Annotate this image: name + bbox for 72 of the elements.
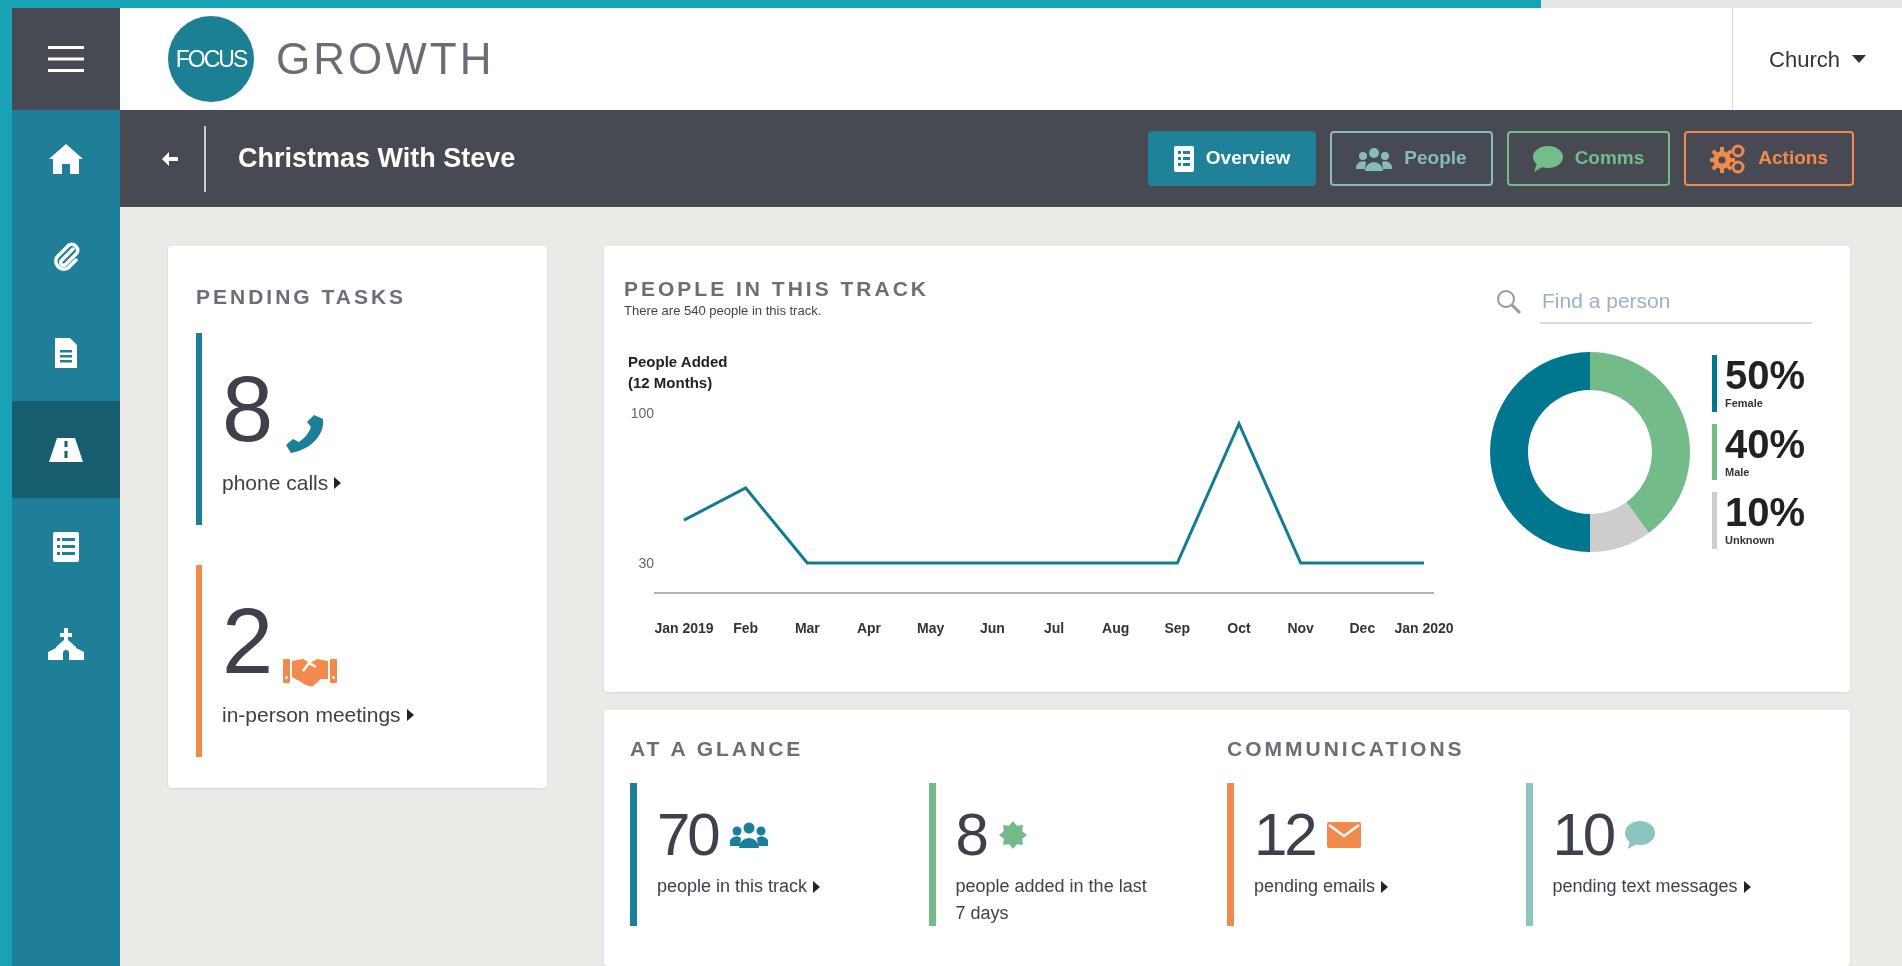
- road-icon: [47, 435, 85, 464]
- legend-label: Male: [1725, 464, 1751, 480]
- document-icon: [53, 335, 79, 370]
- card-title: PENDING TASKS: [196, 284, 408, 310]
- y-tick-label: 100: [630, 404, 654, 421]
- search-field[interactable]: Find a person: [1540, 280, 1812, 324]
- chart-title: People Added (12 Months): [628, 351, 729, 393]
- task-link[interactable]: phone calls: [222, 467, 342, 499]
- people-icon: [1356, 146, 1393, 171]
- church-icon: [46, 627, 86, 660]
- caret-icon: [334, 476, 342, 489]
- home-icon: [47, 141, 85, 176]
- stat-count: 10: [1552, 805, 1614, 866]
- legend-percent: 50%: [1725, 355, 1806, 396]
- tab-button[interactable]: Actions: [1684, 131, 1854, 186]
- card-title: PEOPLE IN THIS TRACK: [624, 276, 931, 302]
- legend-percent: 10%: [1725, 492, 1806, 533]
- legend-percent: 40%: [1725, 423, 1806, 464]
- stat-count: 8: [955, 805, 986, 866]
- x-tick-label: Feb: [733, 619, 759, 636]
- phone-icon: [283, 413, 326, 456]
- badge-icon: [997, 820, 1028, 851]
- legend-label: Unknown: [1725, 533, 1776, 549]
- x-tick-label: Apr: [856, 619, 882, 636]
- tab-button[interactable]: Overview: [1147, 131, 1317, 186]
- x-tick-label: Nov: [1287, 619, 1314, 636]
- sms-bubble-icon: [1625, 821, 1656, 850]
- y-tick-label: 30: [638, 554, 654, 571]
- caret-icon: [813, 880, 821, 893]
- tab-button[interactable]: People: [1330, 131, 1493, 186]
- tab-button[interactable]: Comms: [1506, 131, 1671, 186]
- x-tick-label: Jun: [979, 619, 1005, 636]
- search-icon: [1496, 289, 1522, 315]
- caret-icon: [1852, 55, 1866, 63]
- x-tick-label: Oct: [1227, 619, 1251, 636]
- x-tick-label: Dec: [1349, 619, 1376, 636]
- legend-label: Female: [1725, 396, 1764, 412]
- menu-button[interactable]: [12, 8, 120, 110]
- stat-count: 12: [1254, 805, 1315, 866]
- list-icon: [52, 530, 80, 563]
- card-subtitle: There are 540 people in this track.: [624, 302, 823, 321]
- envelope-icon: [1326, 822, 1361, 849]
- back-arrow-icon: [162, 151, 178, 166]
- x-tick-label: Aug: [1102, 619, 1130, 636]
- stat-link[interactable]: pending emails: [1254, 873, 1389, 901]
- caret-icon: [406, 708, 414, 721]
- logo-badge: FOCUS: [168, 16, 254, 102]
- menu-icon: [48, 45, 84, 73]
- gears-icon: [1710, 143, 1747, 174]
- x-tick-label: Jul: [1043, 619, 1065, 636]
- caret-icon: [1381, 880, 1389, 893]
- logo-wordmark: GROWTH: [276, 33, 495, 85]
- page-title: Christmas With Steve: [238, 142, 516, 175]
- chat-bubble-icon: [1532, 145, 1563, 172]
- task-count: 8: [222, 363, 270, 456]
- sidebar-button[interactable]: [12, 401, 120, 498]
- checklist-icon: [1173, 145, 1194, 172]
- x-tick-label: Jan 2019: [654, 619, 714, 636]
- task-count: 2: [222, 595, 270, 688]
- stat-count: 70: [657, 805, 718, 866]
- stat-link[interactable]: pending text messages: [1552, 873, 1751, 901]
- x-tick-label: Jan 2020: [1394, 619, 1454, 636]
- x-tick-label: May: [917, 619, 945, 636]
- stat-label: people added in the last 7 days: [955, 875, 1148, 926]
- task-link[interactable]: in-person meetings: [222, 699, 414, 731]
- x-tick-label: Sep: [1164, 619, 1191, 636]
- people-icon: [729, 822, 768, 849]
- caret-icon: [1743, 880, 1751, 893]
- stat-link[interactable]: people in this track: [657, 873, 821, 901]
- section-title: AT A GLANCE: [630, 736, 805, 762]
- x-tick-label: Mar: [794, 619, 820, 636]
- section-title: COMMUNICATIONS: [1227, 736, 1466, 762]
